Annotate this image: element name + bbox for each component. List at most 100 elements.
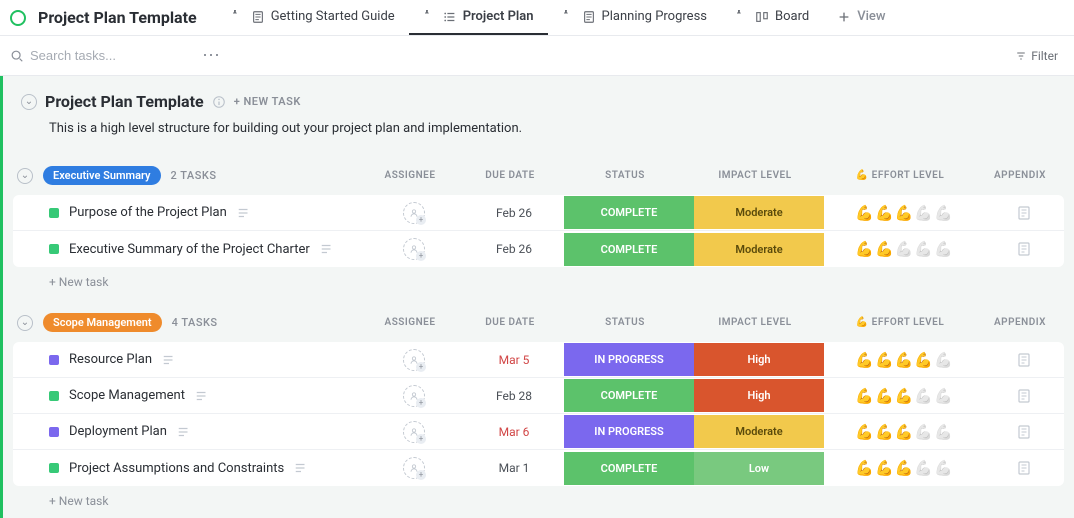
col-effort: 💪 EFFORT LEVEL — [820, 170, 980, 181]
assignee-cell[interactable]: + — [364, 349, 464, 371]
body-panel: ⌄ Project Plan Template + NEW TASK This … — [0, 76, 1074, 518]
assign-user-icon[interactable]: + — [403, 421, 425, 443]
effort-level[interactable]: 💪💪💪💪💪 — [824, 459, 984, 477]
impact-badge[interactable]: Moderate — [694, 233, 824, 266]
group-chip[interactable]: Scope Management — [43, 313, 162, 332]
assignee-cell[interactable]: + — [364, 385, 464, 407]
impact-badge[interactable]: High — [694, 379, 824, 412]
assign-user-icon[interactable]: + — [403, 385, 425, 407]
top-bar: Project Plan Template Getting Started Gu… — [0, 0, 1074, 36]
status-dot-icon — [49, 208, 59, 218]
status-badge[interactable]: IN PROGRESS — [564, 415, 694, 448]
appendix-cell[interactable] — [984, 205, 1064, 221]
assignee-cell[interactable]: + — [364, 238, 464, 260]
task-list: Resource Plan + Mar 5 IN PROGRESS High 💪… — [13, 342, 1064, 486]
description-icon[interactable] — [237, 206, 251, 220]
impact-badge[interactable]: High — [694, 343, 824, 376]
appendix-cell[interactable] — [984, 460, 1064, 476]
new-task-button[interactable]: + New task — [13, 267, 1064, 291]
col-effort: 💪 EFFORT LEVEL — [820, 317, 980, 328]
appendix-cell[interactable] — [984, 388, 1064, 404]
appendix-cell[interactable] — [984, 424, 1064, 440]
search-input[interactable] — [30, 48, 190, 63]
add-view-button[interactable]: View — [823, 0, 899, 35]
impact-badge[interactable]: Moderate — [694, 415, 824, 448]
note-icon — [1016, 424, 1032, 440]
due-date[interactable]: Feb 26 — [464, 242, 564, 256]
appendix-cell[interactable] — [984, 241, 1064, 257]
effort-level[interactable]: 💪💪💪💪💪 — [824, 423, 984, 441]
task-name: Purpose of the Project Plan — [69, 205, 227, 220]
effort-level[interactable]: 💪💪💪💪💪 — [824, 351, 984, 369]
new-task-button-top[interactable]: + NEW TASK — [234, 95, 301, 108]
impact-badge[interactable]: Moderate — [694, 196, 824, 229]
status-dot-icon — [49, 355, 59, 365]
status-badge[interactable]: COMPLETE — [564, 196, 694, 229]
effort-level[interactable]: 💪💪💪💪💪 — [824, 387, 984, 405]
impact-badge[interactable]: Low — [694, 452, 824, 485]
table-row[interactable]: Scope Management + Feb 28 COMPLETE High … — [13, 378, 1064, 414]
assignee-cell[interactable]: + — [364, 421, 464, 443]
pin-icon — [231, 10, 245, 24]
col-due-date: DUE DATE — [460, 170, 560, 181]
brand-circle-icon — [10, 10, 26, 26]
pin-icon — [735, 10, 749, 24]
table-row[interactable]: Project Assumptions and Constraints + Ma… — [13, 450, 1064, 486]
tab-planning-progress[interactable]: Planning Progress — [548, 0, 721, 35]
due-date[interactable]: Mar 5 — [464, 353, 564, 367]
group-executive-summary: ⌄ Executive Summary 2 TASKS ASSIGNEE DUE… — [13, 166, 1064, 291]
table-row[interactable]: Resource Plan + Mar 5 IN PROGRESS High 💪… — [13, 342, 1064, 378]
panel-header: ⌄ Project Plan Template + NEW TASK This … — [3, 76, 1074, 144]
tab-label: Getting Started Guide — [271, 9, 395, 24]
assign-user-icon[interactable]: + — [403, 457, 425, 479]
search-icon — [10, 49, 24, 63]
panel-collapse-toggle[interactable]: ⌄ — [21, 94, 37, 110]
col-status: STATUS — [560, 317, 690, 328]
effort-level[interactable]: 💪💪💪💪💪 — [824, 204, 984, 222]
status-badge[interactable]: COMPLETE — [564, 379, 694, 412]
table-row[interactable]: Executive Summary of the Project Charter… — [13, 231, 1064, 267]
due-date[interactable]: Feb 28 — [464, 389, 564, 403]
group-scope-management: ⌄ Scope Management 4 TASKS ASSIGNEE DUE … — [13, 313, 1064, 510]
appendix-cell[interactable] — [984, 352, 1064, 368]
note-icon — [1016, 352, 1032, 368]
due-date[interactable]: Mar 6 — [464, 425, 564, 439]
description-icon[interactable] — [320, 242, 334, 256]
group-collapse-toggle[interactable]: ⌄ — [17, 315, 33, 331]
assignee-cell[interactable]: + — [364, 202, 464, 224]
filter-icon — [1015, 50, 1027, 62]
task-name: Executive Summary of the Project Charter — [69, 242, 310, 257]
description-icon[interactable] — [162, 353, 176, 367]
group-header: ⌄ Scope Management 4 TASKS ASSIGNEE DUE … — [13, 313, 1064, 342]
assign-user-icon[interactable]: + — [403, 349, 425, 371]
assignee-cell[interactable]: + — [364, 457, 464, 479]
description-icon[interactable] — [177, 425, 191, 439]
group-chip[interactable]: Executive Summary — [43, 166, 161, 185]
status-badge[interactable]: COMPLETE — [564, 233, 694, 266]
more-options-icon[interactable]: ⋯ — [196, 45, 227, 66]
filter-button[interactable]: Filter — [1009, 49, 1064, 63]
description-icon[interactable] — [195, 389, 209, 403]
effort-level[interactable]: 💪💪💪💪💪 — [824, 240, 984, 258]
group-collapse-toggle[interactable]: ⌄ — [17, 168, 33, 184]
note-icon — [1016, 388, 1032, 404]
tab-board[interactable]: Board — [721, 0, 823, 35]
status-dot-icon — [49, 391, 59, 401]
table-row[interactable]: Deployment Plan + Mar 6 IN PROGRESS Mode… — [13, 414, 1064, 450]
assign-user-icon[interactable]: + — [403, 238, 425, 260]
group-header: ⌄ Executive Summary 2 TASKS ASSIGNEE DUE… — [13, 166, 1064, 195]
task-name: Deployment Plan — [69, 424, 167, 439]
col-status: STATUS — [560, 170, 690, 181]
plus-icon — [837, 10, 851, 24]
new-task-button[interactable]: + New task — [13, 486, 1064, 510]
tab-project-plan[interactable]: Project Plan — [409, 0, 548, 35]
status-badge[interactable]: IN PROGRESS — [564, 343, 694, 376]
table-row[interactable]: Purpose of the Project Plan + Feb 26 COM… — [13, 195, 1064, 231]
tab-getting-started-guide[interactable]: Getting Started Guide — [217, 0, 409, 35]
assign-user-icon[interactable]: + — [403, 202, 425, 224]
due-date[interactable]: Feb 26 — [464, 206, 564, 220]
description-icon[interactable] — [294, 461, 308, 475]
due-date[interactable]: Mar 1 — [464, 461, 564, 475]
status-badge[interactable]: COMPLETE — [564, 452, 694, 485]
info-icon[interactable] — [212, 95, 226, 109]
